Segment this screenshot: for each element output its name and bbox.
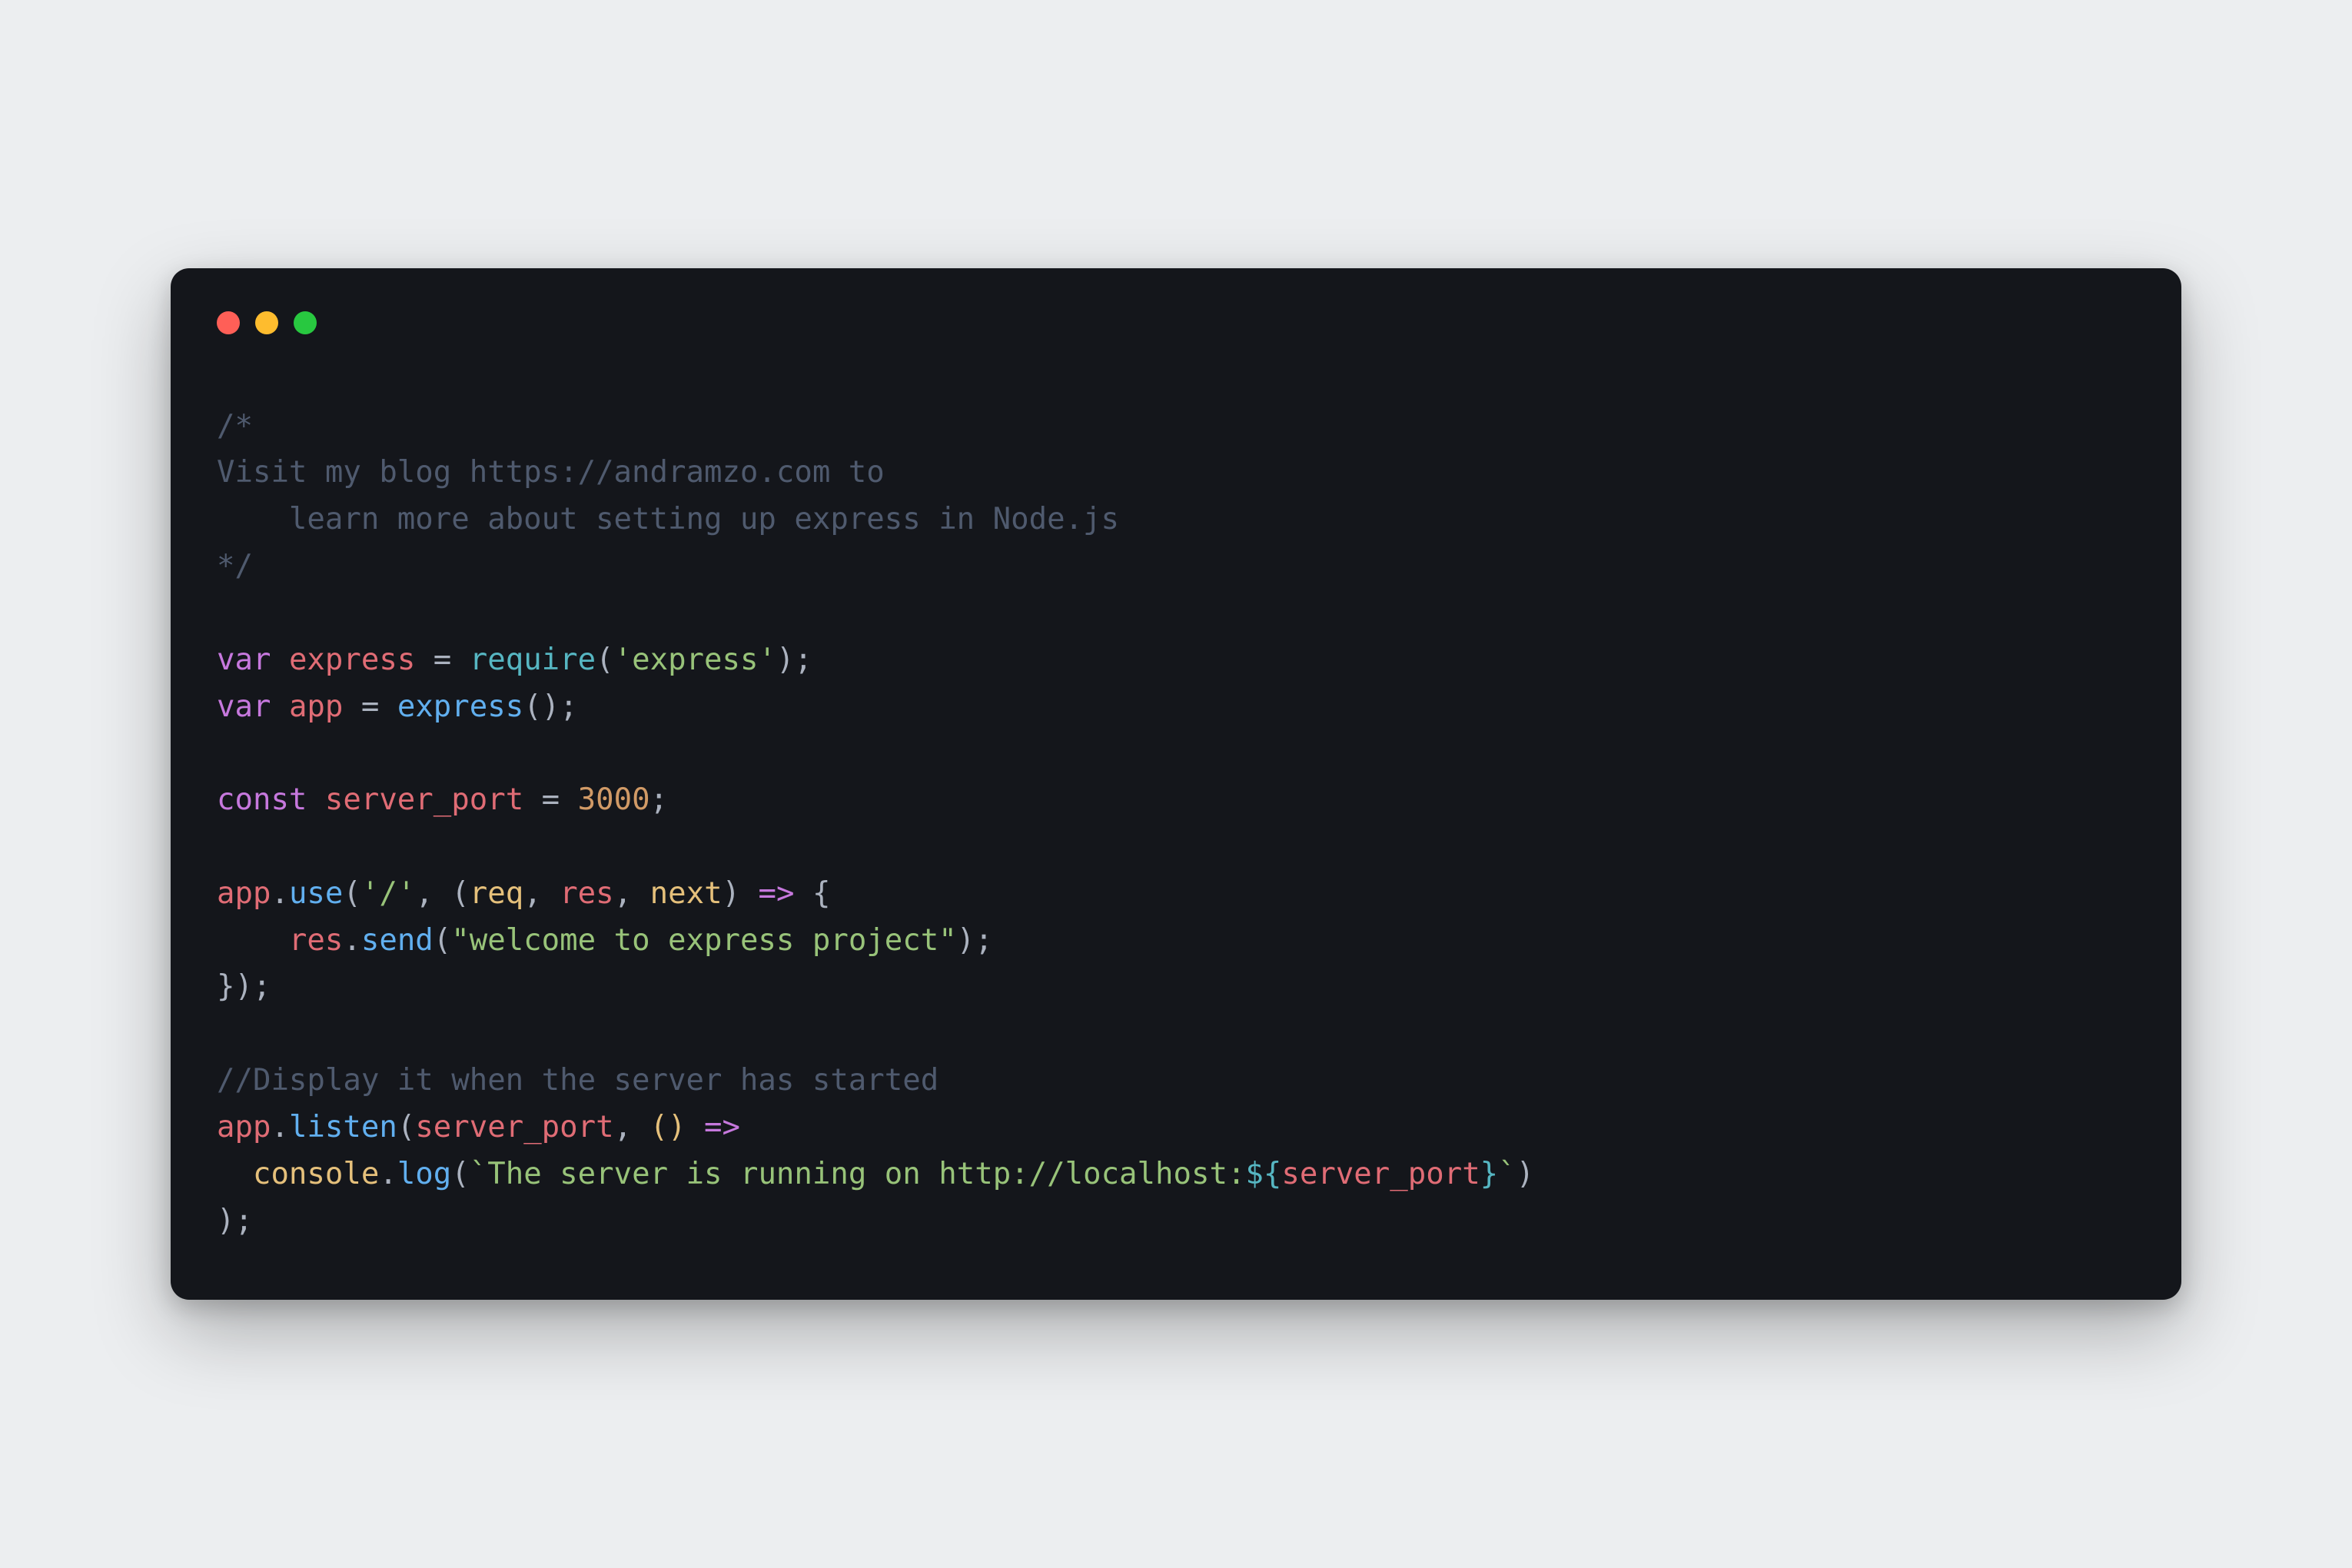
method-call: use <box>289 876 343 911</box>
paren: ( <box>343 876 360 911</box>
identifier: console <box>253 1157 379 1191</box>
paren: ) <box>723 876 759 911</box>
paren: ); <box>957 923 993 958</box>
identifier: app <box>217 1110 271 1144</box>
template-var: server_port <box>1281 1157 1480 1191</box>
paren: ( <box>596 643 613 677</box>
operator: = <box>523 782 577 817</box>
paren: ( <box>451 1157 469 1191</box>
parameter: next <box>650 876 723 911</box>
space <box>686 1110 704 1144</box>
number-literal: 3000 <box>578 782 650 817</box>
code-editor[interactable]: /* Visit my blog https://andramzo.com to… <box>217 404 2135 1245</box>
paren: ); <box>217 1204 253 1238</box>
template-delim: ${ <box>1245 1157 1281 1191</box>
identifier: server_port <box>325 782 523 817</box>
method-call: log <box>397 1157 451 1191</box>
operator: = <box>415 643 469 677</box>
paren: ) <box>1517 1157 1534 1191</box>
paren: ); <box>776 643 812 677</box>
window-titlebar <box>217 311 2135 334</box>
arrow: => <box>759 876 795 911</box>
string-literal: "welcome to express project" <box>451 923 956 958</box>
brace: }); <box>217 969 271 1004</box>
semicolon: ; <box>650 782 668 817</box>
minimize-icon[interactable] <box>255 311 278 334</box>
operator: = <box>343 689 397 724</box>
code-comment: /* <box>217 409 253 443</box>
template-delim: } <box>1480 1157 1498 1191</box>
string-literal: 'express' <box>614 643 776 677</box>
keyword-var: var <box>217 643 271 677</box>
indent <box>217 923 289 958</box>
function-call: express <box>397 689 523 724</box>
paren: (); <box>523 689 577 724</box>
keyword-var: var <box>217 689 271 724</box>
identifier: res <box>289 923 343 958</box>
identifier: server_port <box>415 1110 613 1144</box>
comma: , ( <box>415 876 469 911</box>
paren: ( <box>397 1110 415 1144</box>
comma: , <box>614 1110 650 1144</box>
code-comment: Visit my blog https://andramzo.com to <box>217 455 885 490</box>
comma: , <box>523 876 560 911</box>
function-call: require <box>470 643 596 677</box>
string-literal: '/' <box>361 876 415 911</box>
method-call: listen <box>289 1110 397 1144</box>
dot: . <box>379 1157 397 1191</box>
code-comment: //Display it when the server has started <box>217 1063 938 1098</box>
brace: { <box>794 876 830 911</box>
code-window: /* Visit my blog https://andramzo.com to… <box>171 268 2181 1301</box>
paren: ( <box>434 923 451 958</box>
identifier: app <box>289 689 343 724</box>
backtick: ` <box>1498 1157 1516 1191</box>
dot: . <box>343 923 360 958</box>
arrow: => <box>704 1110 740 1144</box>
zoom-icon[interactable] <box>294 311 317 334</box>
keyword-const: const <box>217 782 307 817</box>
identifier: express <box>289 643 415 677</box>
dot: . <box>271 876 288 911</box>
parameter: res <box>560 876 613 911</box>
comma: , <box>614 876 650 911</box>
indent <box>217 1157 253 1191</box>
template-string: The server is running on http://localhos… <box>487 1157 1245 1191</box>
parameter: req <box>470 876 523 911</box>
paren: () <box>650 1110 686 1144</box>
method-call: send <box>361 923 434 958</box>
identifier: app <box>217 876 271 911</box>
close-icon[interactable] <box>217 311 240 334</box>
backtick: ` <box>470 1157 487 1191</box>
code-comment: learn more about setting up express in N… <box>217 502 1119 537</box>
dot: . <box>271 1110 288 1144</box>
code-comment: */ <box>217 549 253 583</box>
